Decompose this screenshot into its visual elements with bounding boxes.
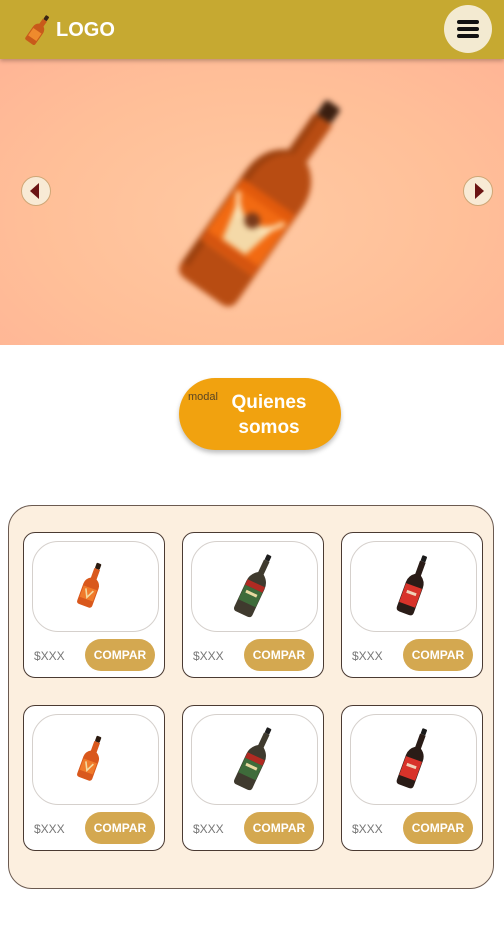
product-card: $XXX COMPAR xyxy=(341,705,483,851)
product-card: $XXX COMPAR xyxy=(341,532,483,678)
beer-bottle-icon[interactable] xyxy=(22,11,54,49)
hero-carousel xyxy=(0,59,504,345)
green-beer-bottle-icon xyxy=(232,723,279,792)
product-price: $XXX xyxy=(34,649,65,663)
product-card: $XXX COMPAR xyxy=(182,705,324,851)
product-price: $XXX xyxy=(193,822,224,836)
red-beer-bottle-icon xyxy=(395,552,434,617)
product-image[interactable] xyxy=(32,541,159,632)
buy-button[interactable]: COMPAR xyxy=(244,639,314,671)
product-image[interactable] xyxy=(350,541,477,632)
orange-beer-bottle-icon xyxy=(75,732,108,783)
product-card: $XXX COMPAR xyxy=(23,705,165,851)
about-us-button[interactable]: modal Quienes somos xyxy=(179,378,341,450)
logo-text[interactable]: LOGO xyxy=(56,18,115,42)
menu-button[interactable] xyxy=(444,5,492,53)
about-us-label: Quienes somos xyxy=(231,392,307,438)
buy-button[interactable]: COMPAR xyxy=(403,639,473,671)
red-beer-bottle-icon xyxy=(395,725,434,790)
buy-button[interactable]: COMPAR xyxy=(85,639,155,671)
product-card: $XXX COMPAR xyxy=(182,532,324,678)
product-catalog: $XXX COMPAR $XXX COMPAR $XXX COMPAR $XXX… xyxy=(8,505,494,889)
buy-button[interactable]: COMPAR xyxy=(85,812,155,844)
buy-button[interactable]: COMPAR xyxy=(403,812,473,844)
modal-label: modal xyxy=(188,391,218,403)
chevron-left-icon xyxy=(30,183,39,199)
chevron-right-icon xyxy=(475,183,484,199)
product-image[interactable] xyxy=(350,714,477,805)
product-image[interactable] xyxy=(191,541,318,632)
green-beer-bottle-icon xyxy=(232,550,279,619)
carousel-prev-button[interactable] xyxy=(21,176,51,206)
orange-beer-bottle-icon xyxy=(75,559,108,610)
buy-button[interactable]: COMPAR xyxy=(244,812,314,844)
product-price: $XXX xyxy=(34,822,65,836)
product-image[interactable] xyxy=(191,714,318,805)
product-price: $XXX xyxy=(193,649,224,663)
product-price: $XXX xyxy=(352,822,383,836)
top-header: LOGO xyxy=(0,0,504,59)
carousel-next-button[interactable] xyxy=(463,176,493,206)
product-price: $XXX xyxy=(352,649,383,663)
product-image[interactable] xyxy=(32,714,159,805)
product-card: $XXX COMPAR xyxy=(23,532,165,678)
hero-beer-bottle-image xyxy=(179,100,340,307)
